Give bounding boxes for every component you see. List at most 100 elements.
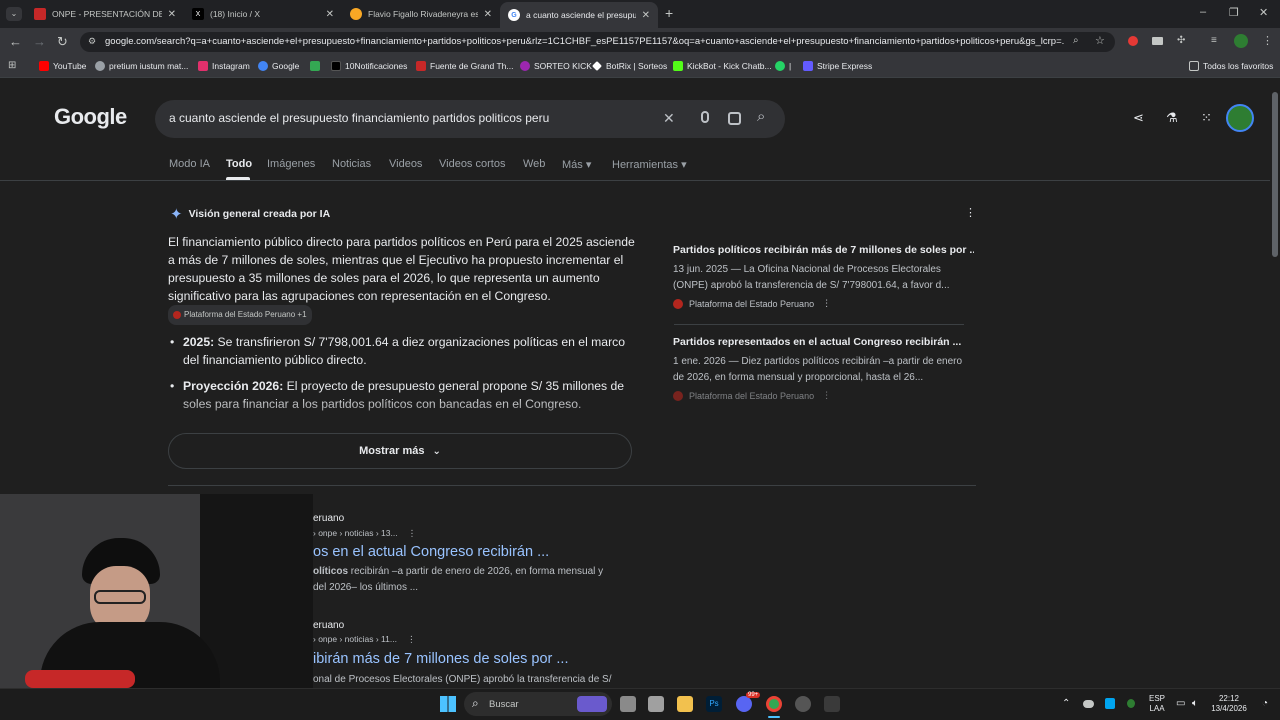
close-tab-icon[interactable]: ✕: [642, 10, 650, 21]
app-icon[interactable]: [648, 696, 664, 712]
onedrive-icon[interactable]: [1083, 700, 1094, 708]
result-title-link[interactable]: ibirán más de 7 millones de soles por ..…: [313, 651, 569, 667]
ai-options-icon[interactable]: ⋮: [965, 206, 976, 219]
search-icon[interactable]: ⌕: [757, 108, 765, 125]
bookmark-item[interactable]: 10Notificaciones: [331, 61, 407, 71]
kickbot-icon: [673, 61, 683, 71]
voice-search-icon[interactable]: [701, 111, 709, 123]
tab-todo[interactable]: Todo: [226, 158, 252, 170]
zoom-icon[interactable]: ⌕: [1073, 35, 1079, 46]
discord-icon[interactable]: [736, 696, 752, 712]
bookmark-item[interactable]: [310, 61, 324, 71]
restore-icon[interactable]: ❐: [1229, 6, 1239, 19]
bookmark-item[interactable]: SORTEO KICK: [520, 61, 592, 71]
notifications-icon[interactable]: ◔: [1262, 698, 1268, 709]
show-more-button[interactable]: Mostrar más ⌄: [168, 433, 632, 469]
url-text[interactable]: google.com/search?q=a+cuanto+asciende+el…: [105, 36, 1065, 47]
google-apps-icon[interactable]: ⁙: [1201, 110, 1212, 126]
source-card[interactable]: Partidos políticos recibirán más de 7 mi…: [662, 244, 974, 309]
file-explorer-icon[interactable]: [677, 696, 693, 712]
photoshop-icon[interactable]: Ps: [706, 696, 722, 712]
bookmark-item[interactable]: Google: [258, 61, 299, 71]
result-url[interactable]: › onpe › noticias › 13... ⋮: [313, 528, 416, 539]
windows-start-icon[interactable]: [440, 696, 456, 712]
bookmark-item[interactable]: Stripe Express: [803, 61, 872, 71]
share-icon[interactable]: ⋖: [1133, 110, 1144, 126]
tab-herramientas[interactable]: Herramientas ▾: [612, 158, 687, 171]
minimize-icon[interactable]: –: [1200, 6, 1206, 18]
bookmark-item[interactable]: YouTube: [39, 61, 86, 71]
input-language[interactable]: ESP LAA: [1148, 694, 1166, 714]
search-highlight-icon: [577, 696, 607, 712]
tab-videos-cortos[interactable]: Videos cortos: [439, 158, 505, 170]
network-icon[interactable]: ▭: [1176, 698, 1185, 709]
browser-tab[interactable]: ONPE - PRESENTACIÓN DE RES ✕: [26, 3, 184, 25]
bookmark-item[interactable]: Fuente de Grand Th...: [416, 61, 513, 71]
youtube-icon: [39, 61, 49, 71]
calculator-icon[interactable]: [824, 696, 840, 712]
tab-noticias[interactable]: Noticias: [332, 158, 371, 170]
close-tab-icon[interactable]: ✕: [326, 9, 334, 20]
instagram-icon: [198, 61, 208, 71]
tab-mas[interactable]: Más ▾: [562, 158, 591, 171]
bookmark-item[interactable]: BotRix | Sorteos: [592, 61, 667, 71]
volume-icon[interactable]: 🔈︎: [1192, 698, 1198, 709]
all-bookmarks-folder[interactable]: Todos los favoritos: [1189, 61, 1273, 71]
more-options-icon[interactable]: ⋮: [822, 298, 831, 309]
whatsapp-icon: [775, 61, 785, 71]
close-tab-icon[interactable]: ✕: [168, 9, 176, 20]
more-options-icon[interactable]: ⋮: [408, 528, 417, 538]
result-url[interactable]: › onpe › noticias › 11... ⋮: [313, 634, 415, 645]
new-tab-button[interactable]: +: [665, 5, 673, 21]
google-icon: [258, 61, 268, 71]
scrollbar-thumb[interactable]: [1272, 92, 1278, 257]
profile-avatar[interactable]: [1234, 34, 1248, 48]
tray-app-icon[interactable]: [1127, 699, 1135, 708]
more-options-icon[interactable]: ⋮: [822, 390, 831, 401]
bookmark-item[interactable]: KickBot - Kick Chatb...: [673, 61, 772, 71]
extensions-puzzle-icon[interactable]: ✣: [1177, 35, 1185, 46]
result-site-name: eruano: [313, 620, 345, 631]
extension-icon[interactable]: [1128, 36, 1138, 46]
tray-chevron-icon[interactable]: ⌃: [1062, 698, 1070, 709]
app-icon[interactable]: [795, 696, 811, 712]
clear-search-icon[interactable]: ✕: [663, 110, 675, 127]
chrome-icon[interactable]: [766, 696, 782, 712]
bookmark-item[interactable]: pretium iustum mat...: [95, 61, 188, 71]
tab-videos[interactable]: Videos: [389, 158, 422, 170]
browser-tab[interactable]: Flavio Figallo Rivadeneyra es el ✕: [342, 3, 500, 25]
bookmark-item[interactable]: |: [775, 61, 791, 71]
labs-flask-icon[interactable]: ⚗: [1166, 110, 1178, 126]
defender-icon[interactable]: [1105, 698, 1115, 709]
media-icon[interactable]: ≡: [1211, 35, 1217, 46]
clock[interactable]: 22:12 13/4/2026: [1206, 694, 1252, 714]
tab-search-button[interactable]: ⌄: [6, 7, 22, 21]
account-avatar[interactable]: [1226, 104, 1254, 132]
tab-imagenes[interactable]: Imágenes: [267, 158, 315, 170]
extension-icon[interactable]: [1152, 37, 1163, 45]
apps-grid-icon[interactable]: ⊞: [8, 60, 16, 71]
search-input[interactable]: a cuanto asciende el presupuesto financi…: [169, 111, 549, 125]
tab-modo-ia[interactable]: Modo IA: [169, 158, 210, 170]
webcam-door: [200, 494, 313, 688]
reload-icon[interactable]: ↻: [57, 34, 68, 50]
site-info-icon[interactable]: ⚙: [88, 36, 96, 47]
back-icon[interactable]: ←: [9, 34, 22, 50]
menu-kebab-icon[interactable]: ⋮: [1262, 34, 1273, 47]
source-chip[interactable]: Plataforma del Estado Peruano +1: [168, 305, 312, 325]
tab-web[interactable]: Web: [523, 158, 545, 170]
task-view-icon[interactable]: [620, 696, 636, 712]
lens-icon[interactable]: [728, 112, 741, 125]
result-title-link[interactable]: os en el actual Congreso recibirán ...: [313, 544, 549, 560]
bookmark-item[interactable]: Instagram: [198, 61, 250, 71]
webcam-person-glasses: [94, 590, 146, 604]
bookmark-star-icon[interactable]: ☆: [1095, 34, 1105, 47]
close-tab-icon[interactable]: ✕: [484, 9, 492, 20]
browser-tab-active[interactable]: G a cuanto asciende el presupues ✕: [500, 2, 658, 28]
more-options-icon[interactable]: ⋮: [407, 634, 416, 644]
google-logo[interactable]: Google: [54, 104, 127, 130]
forward-icon[interactable]: →: [33, 34, 46, 50]
source-card[interactable]: Partidos representados en el actual Cong…: [662, 336, 974, 401]
close-window-icon[interactable]: ✕: [1259, 6, 1268, 19]
browser-tab[interactable]: X (18) Inicio / X ✕: [184, 3, 342, 25]
